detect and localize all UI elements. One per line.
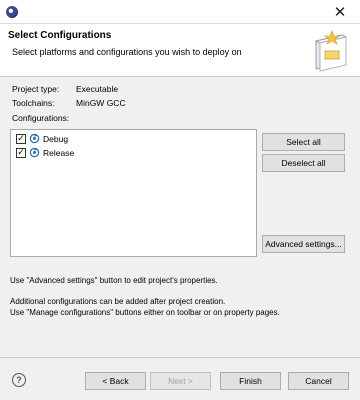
- wizard-banner-icon: [314, 30, 348, 72]
- wizard-banner: Select Configurations Select platforms a…: [0, 24, 360, 77]
- footer-separator: [0, 357, 360, 358]
- finish-button[interactable]: Finish: [220, 372, 281, 390]
- toolchains-label: Toolchains:: [12, 98, 55, 108]
- hint-manage-configs: Use "Manage configurations" buttons eith…: [10, 308, 280, 317]
- debug-checkbox[interactable]: ✓: [16, 133, 26, 144]
- select-all-button[interactable]: Select all: [262, 133, 345, 151]
- close-window-button[interactable]: ✕: [320, 0, 360, 24]
- page-title: Select Configurations: [8, 30, 112, 41]
- project-type-value: Executable: [76, 84, 119, 94]
- configuration-icon: [29, 147, 40, 158]
- toolchains-value: MinGW GCC: [76, 98, 126, 108]
- config-label-release: Release: [43, 147, 75, 158]
- page-description: Select platforms and configurations you …: [12, 47, 242, 57]
- back-button[interactable]: < Back: [85, 372, 146, 390]
- title-bar: ✕: [0, 0, 360, 24]
- eclipse-app-icon: [6, 6, 18, 18]
- config-label-debug: Debug: [43, 133, 69, 144]
- hint-advanced-settings: Use "Advanced settings" button to edit p…: [10, 276, 218, 285]
- configurations-label: Configurations:: [12, 113, 70, 123]
- configurations-list[interactable]: ✓ Debug ✓ Release: [10, 129, 257, 257]
- hint-additional-configs: Additional configurations can be added a…: [10, 297, 226, 306]
- project-type-label: Project type:: [12, 84, 60, 94]
- config-item-debug[interactable]: ✓ Debug: [16, 132, 68, 145]
- advanced-settings-button[interactable]: Advanced settings...: [262, 235, 345, 253]
- next-button[interactable]: Next >: [150, 372, 211, 390]
- config-item-release[interactable]: ✓ Release: [16, 146, 74, 159]
- configuration-icon: [29, 133, 40, 144]
- release-checkbox[interactable]: ✓: [16, 147, 26, 158]
- cancel-button[interactable]: Cancel: [288, 372, 349, 390]
- help-icon[interactable]: ?: [12, 373, 26, 387]
- deselect-all-button[interactable]: Deselect all: [262, 154, 345, 172]
